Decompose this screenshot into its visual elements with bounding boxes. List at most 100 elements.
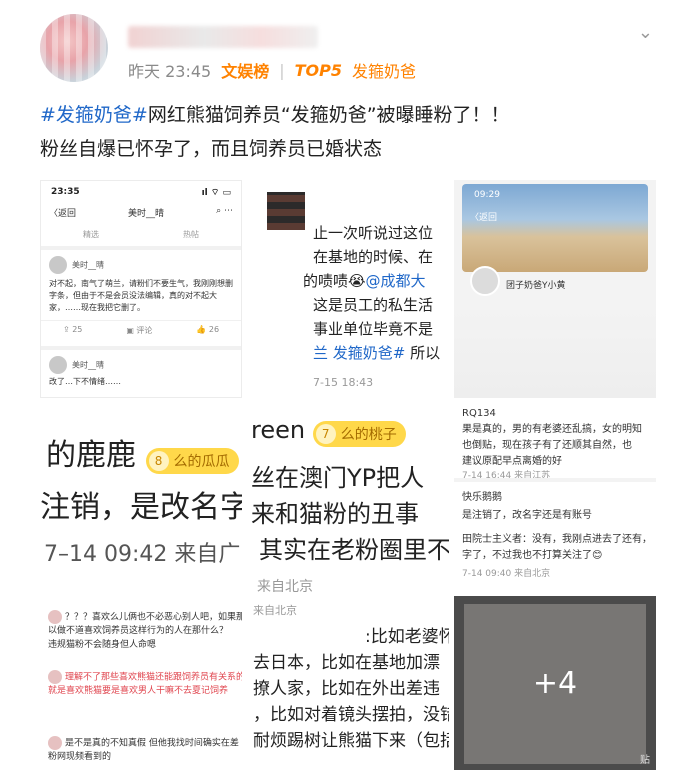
comment-count: ▣ 评论 — [126, 326, 153, 335]
grid-image-1[interactable]: 23:35 ıl ⌔ ▭ 〈返回 美时__晴 ⌕ ⋯ 精选 热帖 美时__晴 对… — [40, 180, 242, 398]
status-time: 09:29 — [474, 190, 500, 200]
badge-level: 7 — [315, 424, 336, 444]
grid-image-7[interactable]: ？？？喜欢么儿俩也不必恶心别人吧，如果那 以做不道喜欢饲养员这样行为的人在那什么… — [40, 596, 242, 770]
text-part: 所以 — [410, 344, 441, 362]
comment-meta: 来自北京 — [253, 604, 297, 617]
avatar — [49, 256, 67, 274]
comment-text: ？？？喜欢么儿俩也不必恶心别人吧，如果那 — [48, 610, 242, 625]
avatar — [48, 736, 62, 750]
comment-text: 果是真的，男的有老婆还乱搞，女的明知 — [462, 424, 642, 435]
text-line: 的啧啧😭@成都大 — [303, 270, 426, 291]
comment-line: 是不是真的不知真假 但他我找时间确实在差 — [65, 738, 239, 749]
back-link: 〈返回 — [49, 209, 77, 219]
post-text-line1: 网红熊猫饲养员“发箍奶爸”被曝睡粉了！！ — [147, 104, 510, 126]
topic-link[interactable]: 发箍奶爸 — [352, 58, 416, 82]
screenshot-navbar: 〈返回 美时__晴 ⌕ ⋯ — [41, 198, 241, 219]
like-count: 👍 26 — [196, 325, 220, 334]
text-line: 在基地的时候、在 — [313, 248, 434, 266]
back-link: 〈返回 — [470, 213, 498, 223]
signal-wifi-battery-icon: ıl ⌔ ▭ — [201, 188, 231, 198]
comment-text: :比如老婆怀 — [365, 627, 449, 647]
badge-level: 8 — [148, 451, 169, 471]
comment-text: 丝在澳门YP把人 — [251, 464, 425, 492]
grid-image-2[interactable]: 止一次听说过这位 在基地的时候、在 的啧啧😭@成都大 这是员工的私生活 事业单位… — [247, 180, 449, 398]
comment-text: 理解不了那些喜欢熊猫还能跟饲养员有关系的 — [48, 670, 242, 685]
text-line: 这是员工的私生活 — [313, 296, 434, 314]
comment-user: 快乐鹅鹅 — [462, 492, 502, 503]
post-text-line2: 粉丝自爆已怀孕了，而且饲养员已婚状态 — [40, 138, 383, 160]
phone-status-bar: 23:35 ıl ⌔ ▭ — [41, 181, 241, 198]
text-line: 事业单位毕竟不是 — [313, 320, 434, 338]
comment-user-line: reen 7 么的桃子 — [251, 416, 406, 447]
screenshot-title: 美时__晴 — [128, 209, 165, 219]
avatar[interactable] — [40, 14, 108, 82]
comment-text: 粉网现频看到的 — [48, 752, 112, 762]
grid-image-4[interactable]: 的鹿鹿 8 么的瓜瓜 注销，是改名字 7–14 09:42 来自广 — [40, 402, 242, 592]
tab-hot: 热帖 — [183, 230, 199, 239]
post-header: ⌄ 昨天 23:45 文娱榜 | TOP5 发箍奶爸 — [0, 0, 687, 92]
chevron-down-icon[interactable]: ⌄ — [638, 22, 653, 43]
hashtag-link[interactable]: #发箍奶爸# — [40, 104, 148, 126]
comment-text: 耐烦踢树让熊猫下来（包括 — [253, 731, 449, 751]
profile-name: 团子奶爸Y小黄 — [506, 281, 566, 291]
comment-user-line: 的鹿鹿 8 么的瓜瓜 — [46, 430, 239, 474]
comment-text: 以做不道喜欢饲养员这样行为的人在那什么？ — [48, 626, 229, 636]
hashtag-link: 兰 发箍奶爸# — [313, 344, 406, 362]
avatar — [48, 670, 62, 684]
post-time: 昨天 23:45 — [128, 62, 212, 81]
repost-count: ⇪ 25 — [62, 325, 83, 334]
post-source[interactable]: 文娱榜 — [221, 58, 269, 82]
text-line: 兰 发箍奶爸# 所以 — [313, 342, 440, 363]
screenshot-comment-2: 美时__晴 改了…下不情绪…… — [41, 350, 241, 394]
image-grid: 23:35 ıl ⌔ ▭ 〈返回 美时__晴 ⌕ ⋯ 精选 热帖 美时__晴 对… — [40, 180, 656, 770]
avatar — [470, 266, 500, 296]
footer-text: 贴 — [640, 755, 650, 766]
reply-text: 田院士主义者：没有，我刚点进去了还有， — [462, 534, 652, 545]
username-text: 的鹿鹿 — [46, 438, 136, 473]
comment-text: 也倒贴，现在孩子有了还顺其自然，也 — [462, 440, 632, 451]
avatar — [48, 610, 62, 624]
comment-user: 美时__晴 — [72, 260, 104, 270]
post-body: #发箍奶爸#网红熊猫饲养员“发箍奶爸”被曝睡粉了！！ 粉丝自爆已怀孕了，而且饲养… — [40, 98, 660, 166]
comment-text: 其实在老粉圈里不 — [259, 536, 449, 564]
comment-text: 违规猫粉不会随身但人命嗯 — [48, 640, 157, 650]
divider — [454, 478, 656, 482]
grid-image-5[interactable]: reen 7 么的桃子 丝在澳门YP把人 来和猫粉的丑事 其实在老粉圈里不 来自北… — [247, 402, 449, 592]
meta-separator: | — [279, 60, 285, 80]
comment-meta: 7-14 09:40 来自北京 — [462, 569, 551, 579]
badge-label: 么的瓜瓜 — [173, 454, 230, 470]
comment-text: 就是喜欢熊猫要是喜欢男人干嘛不去夏记饲养 — [48, 686, 229, 696]
reply-text: 字了，不过我也不打算关注了😊 — [462, 550, 603, 561]
text-line: 止一次听说过这位 — [313, 224, 434, 242]
mention-link: @成都大 — [365, 272, 426, 290]
grid-image-9[interactable]: +4 贴 — [454, 596, 656, 770]
screenshot-tabs: 精选 热帖 — [41, 229, 241, 240]
comment-text: 撩人家，比如在外出差违 — [253, 679, 440, 699]
comment-user: RQ134 — [462, 408, 496, 419]
comment-meta: 7–14 09:42 来自广 — [44, 542, 241, 567]
timestamp: 7-15 18:43 — [313, 376, 374, 389]
username-blurred[interactable] — [128, 26, 318, 48]
rank-badge[interactable]: TOP5 — [295, 61, 342, 80]
more-images-overlay[interactable]: +4 — [454, 596, 656, 770]
grid-image-3[interactable]: 09:29 〈返回 团子奶爸Y小黄 — [454, 180, 656, 398]
grid-image-6[interactable]: RQ134 果是真的，男的有老婆还乱搞，女的明知 也倒贴，现在孩子有了还顺其自然… — [454, 402, 656, 592]
comment-snippet: 改了…下不情绪…… — [49, 377, 121, 386]
avatar — [49, 356, 67, 374]
search-icon: ⌕ ⋯ — [216, 206, 233, 216]
comment-text: 是注销了，改名字还是有账号 — [462, 510, 592, 521]
post-meta: 昨天 23:45 文娱榜 | TOP5 发箍奶爸 — [128, 58, 416, 82]
status-time: 23:35 — [51, 187, 80, 197]
fan-badge: 8 么的瓜瓜 — [145, 448, 239, 474]
fan-badge: 7 么的桃子 — [312, 421, 406, 447]
comment-text: 去日本，比如在基地加漂 — [253, 653, 440, 673]
tab-selected: 精选 — [83, 230, 99, 239]
comment-line: ？？？喜欢么儿俩也不必恶心别人吧，如果那 — [65, 612, 242, 623]
text-part: 的啧啧😭 — [303, 272, 366, 290]
badge-label: 么的桃子 — [340, 427, 397, 443]
comment-text: 是不是真的不知真假 但他我找时间确实在差 — [48, 736, 239, 751]
grid-image-8[interactable]: 来自北京 :比如老婆怀 去日本，比如在基地加漂 撩人家，比如在外出差违 ，比如对… — [247, 596, 449, 770]
screenshot-actions: ⇪ 25 ▣ 评论 👍 26 — [41, 320, 241, 340]
comment-line: 理解不了那些喜欢熊猫还能跟饲养员有关系的 — [65, 672, 242, 683]
comment-text: ，比如对着镜头摆拍，没错 — [253, 705, 449, 725]
